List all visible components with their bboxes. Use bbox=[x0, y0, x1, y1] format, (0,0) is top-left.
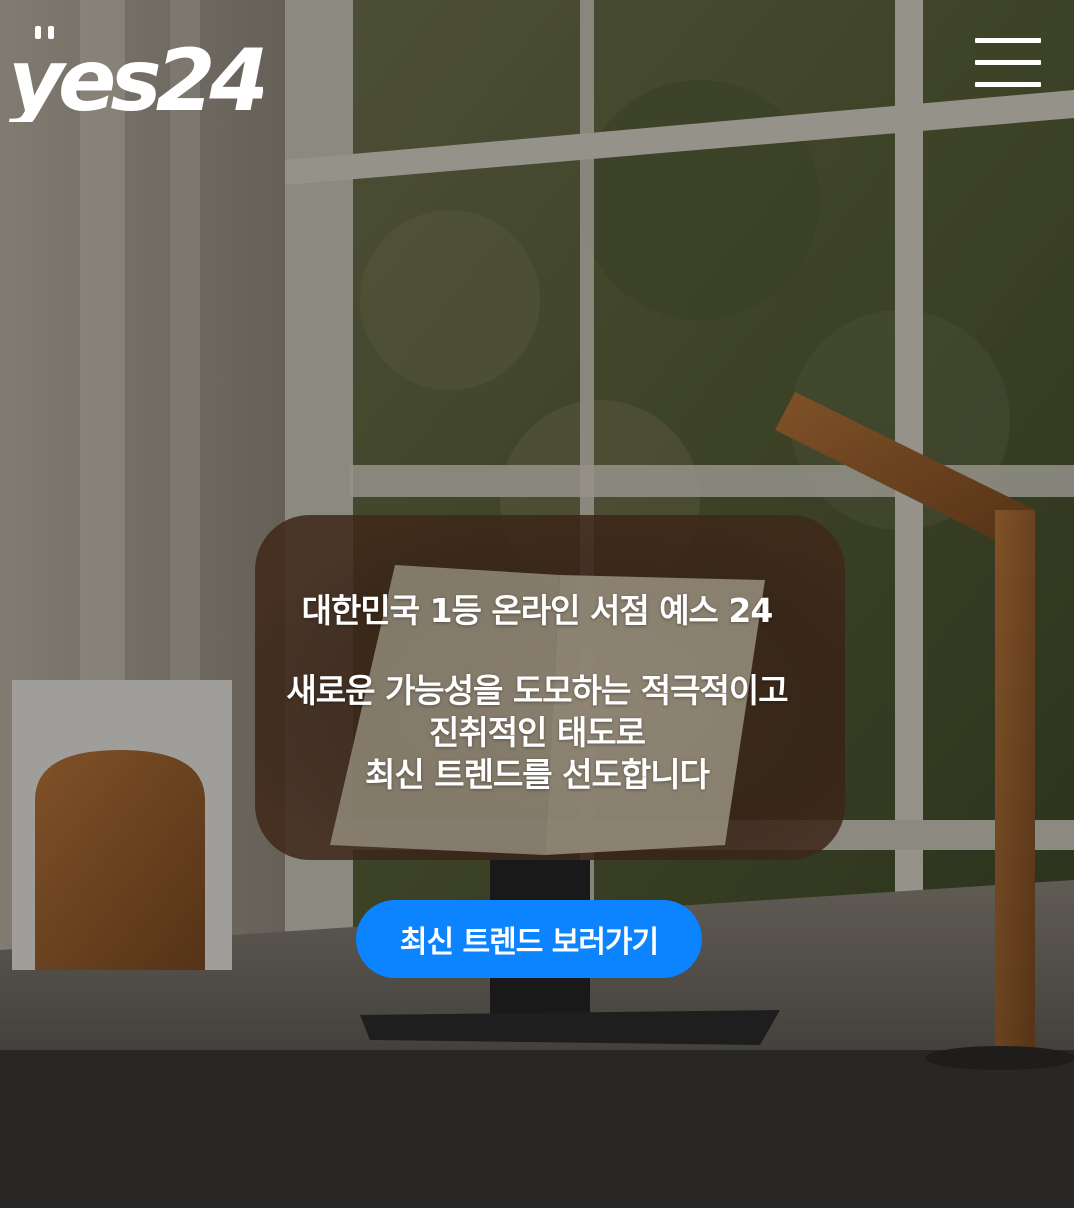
hero-description-line: 새로운 가능성을 도모하는 적극적이고 bbox=[286, 671, 788, 710]
yes24-logo[interactable]: yes24 bbox=[8, 22, 263, 122]
hero-description-line: 진취적인 태도로 bbox=[428, 713, 646, 752]
hero-headline: 대한민국 1등 온라인 서점 예스 24 bbox=[301, 591, 774, 630]
view-latest-trends-button[interactable]: 최신 트렌드 보러가기 bbox=[356, 900, 702, 978]
hero-description-line: 최신 트렌드를 선도합니다 bbox=[365, 755, 710, 794]
logo-text: yes24 bbox=[8, 31, 263, 122]
hamburger-menu-icon[interactable] bbox=[970, 36, 1046, 90]
hero-description: 새로운 가능성을 도모하는 적극적이고 진취적인 태도로 최신 트렌드를 선도합… bbox=[0, 670, 1074, 796]
hero-copy: 대한민국 1등 온라인 서점 예스 24 새로운 가능성을 도모하는 적극적이고… bbox=[0, 588, 1074, 796]
